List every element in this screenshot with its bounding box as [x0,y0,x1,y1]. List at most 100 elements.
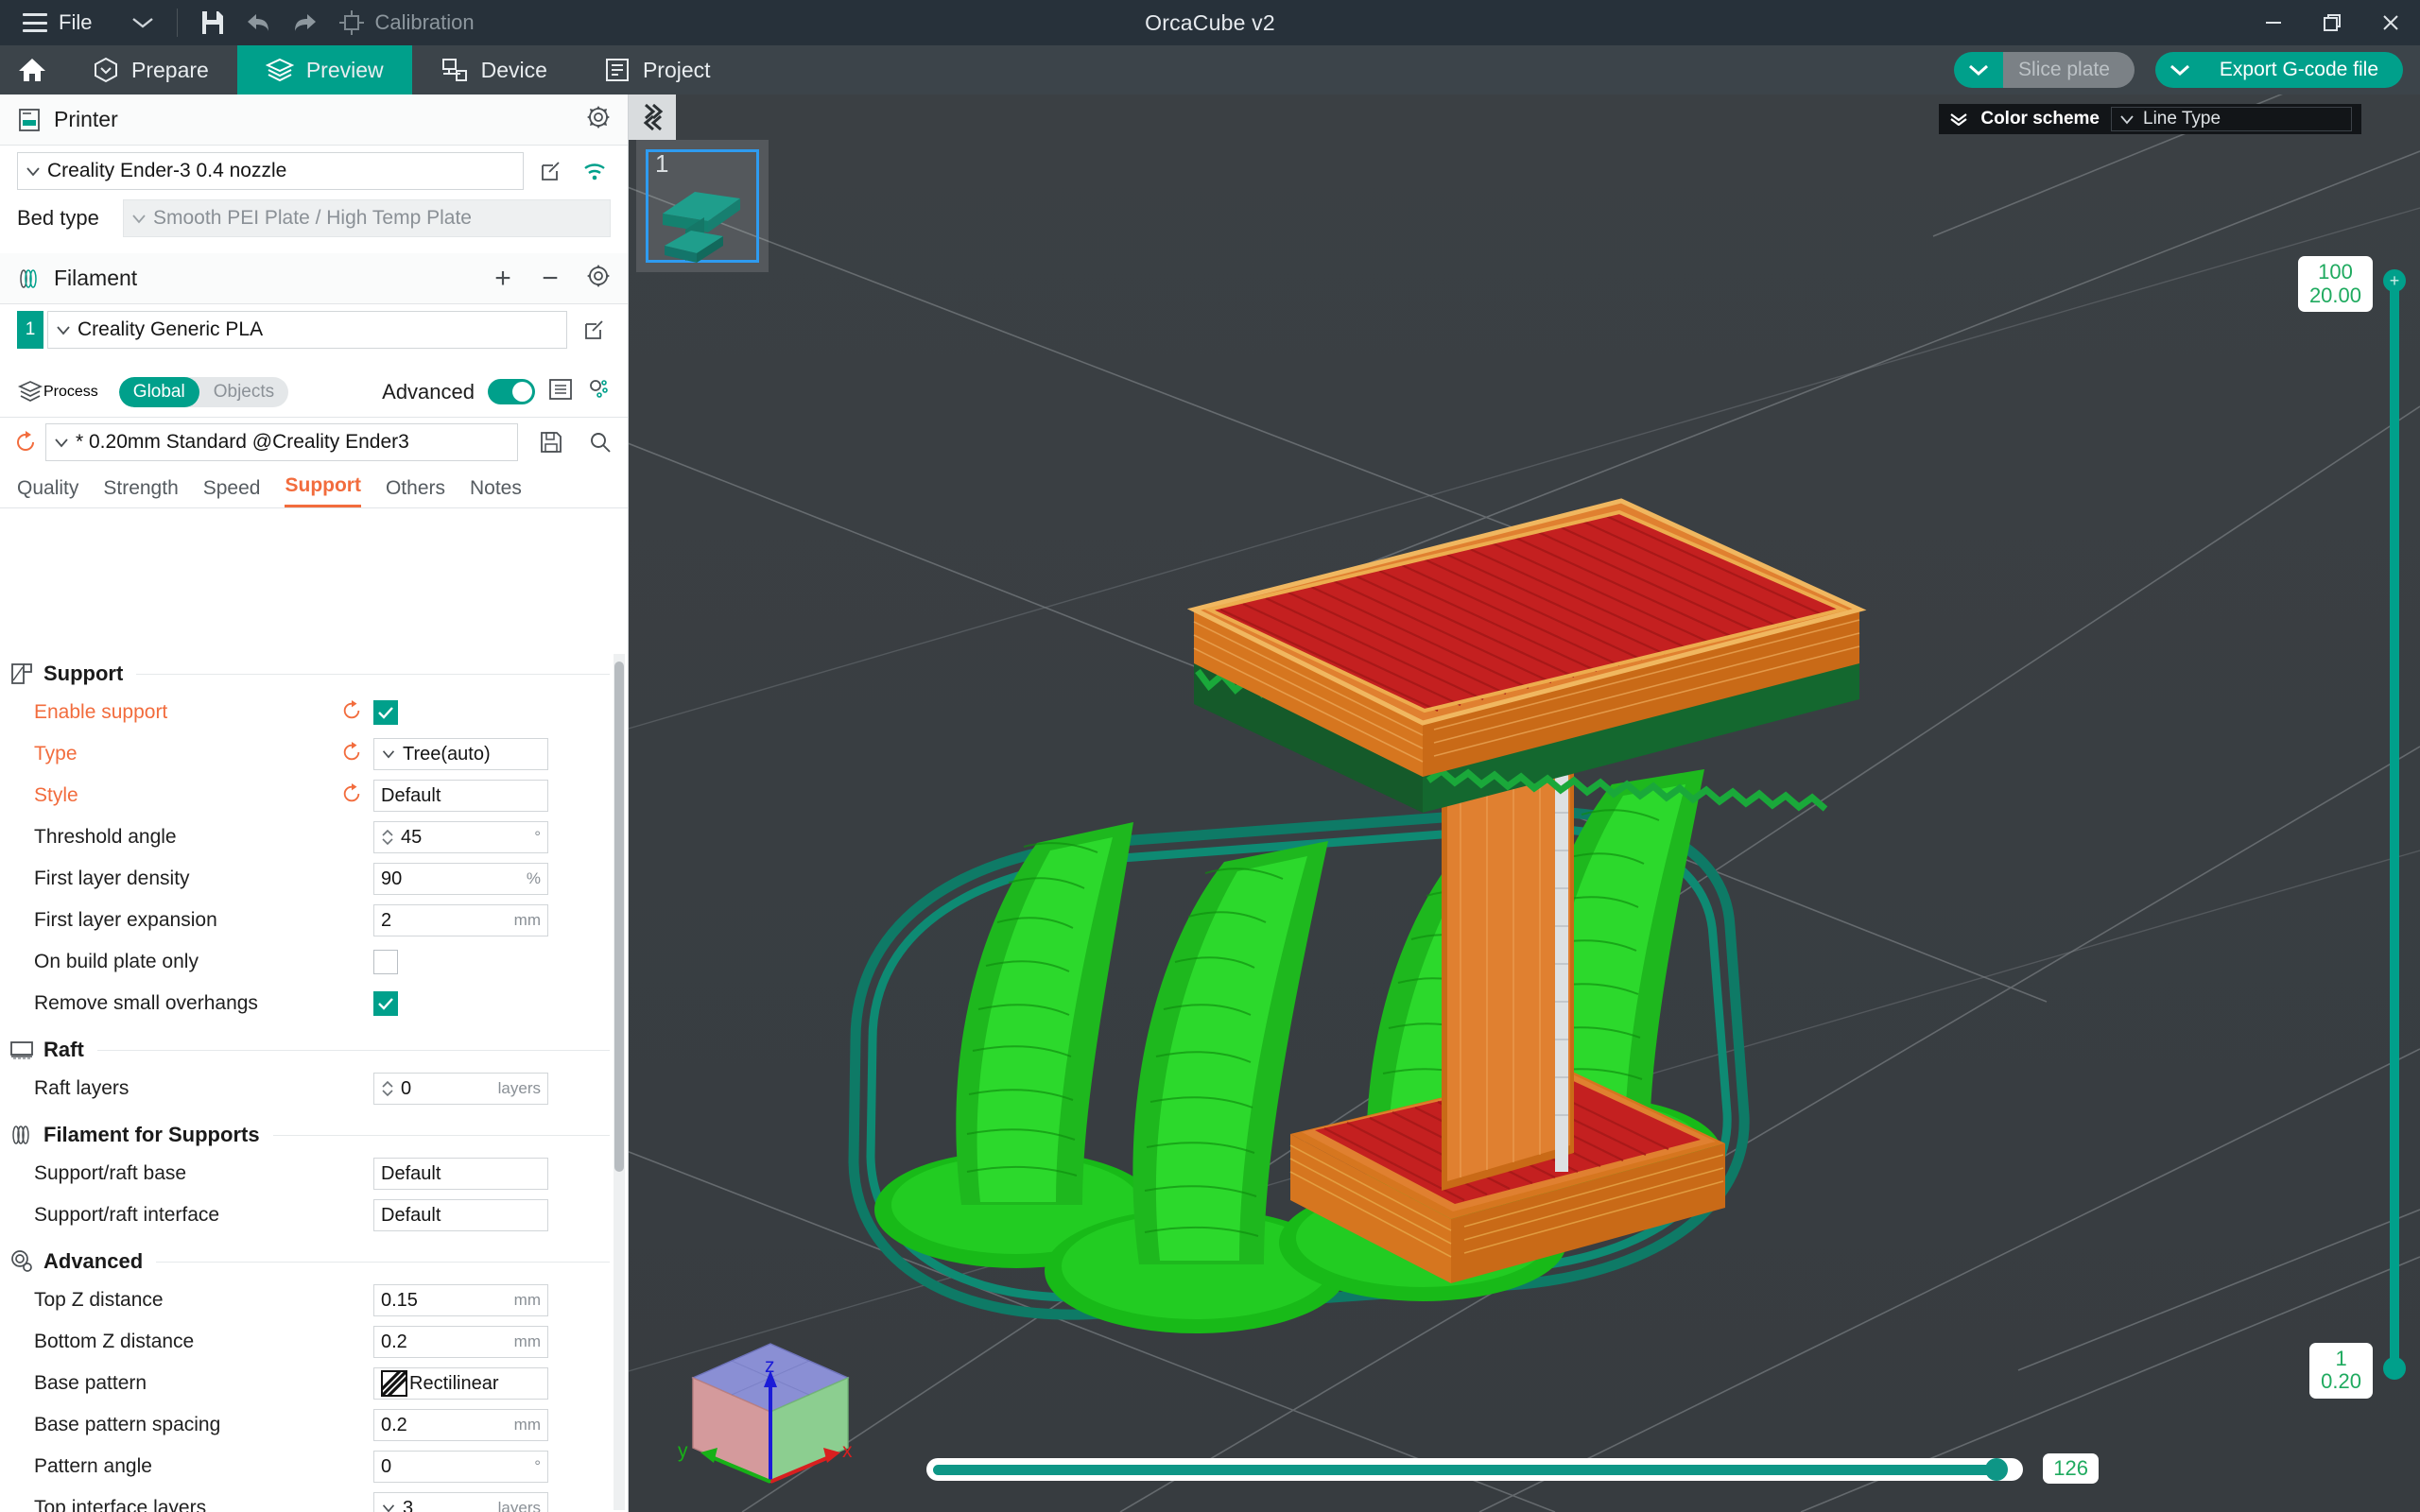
setting-reset-button[interactable] [341,741,366,767]
settings-tab-notes[interactable]: Notes [470,477,522,507]
tab-preview[interactable]: Preview [236,45,412,94]
group-title: Support [43,662,124,685]
setting-row-style: Style Default [0,775,627,816]
tab-prepare[interactable]: Prepare [64,45,237,94]
cube-icon [95,57,117,83]
search-icon [591,433,611,453]
settings-tab-quality[interactable]: Quality [17,477,78,507]
process-scope-toggle[interactable]: Global Objects [118,376,289,407]
setting-text-input[interactable]: 0.2 mm [373,1409,548,1441]
add-filament-button[interactable]: + [492,264,514,293]
setting-reset-button[interactable] [341,782,366,809]
home-button[interactable] [0,45,64,94]
layer-slider-top-handle[interactable]: + [2383,269,2406,292]
save-project-button[interactable] [191,0,234,45]
project-icon [605,59,629,81]
maximize-button[interactable] [2303,0,2361,45]
process-search-button[interactable] [584,426,616,458]
setting-reset-button[interactable] [341,699,366,726]
setting-unit: layers [497,1499,541,1512]
tab-device[interactable]: Device [412,45,576,94]
layer-slider[interactable]: + 100 20.00 1 0.20 [2297,256,2406,1399]
bed-type-select[interactable]: Smooth PEI Plate / High Temp Plate [123,199,611,237]
moves-slider[interactable]: 126 [926,1453,2099,1484]
settings-tab-speed[interactable]: Speed [203,477,261,507]
file-menu-dropdown-button[interactable] [122,0,164,45]
setting-row-top-interface-layers: Top interface layers 3 layers [0,1487,627,1512]
setting-text-input[interactable]: Default [373,1158,548,1190]
undo-arrow-icon [248,14,269,31]
advanced-toggle[interactable] [488,379,535,404]
layer-slider-track[interactable] [2390,279,2399,1370]
setting-text-input[interactable]: 2 mm [373,904,548,936]
setting-dropdown[interactable]: Tree(auto) [373,738,548,770]
setting-value: Rectilinear [409,1372,499,1394]
color-scheme-bar[interactable]: Color scheme Line Type [1939,104,2361,134]
tab-project[interactable]: Project [576,45,739,94]
spinner-arrows-icon[interactable] [381,828,394,847]
setting-text-input[interactable]: 0 ° [373,1451,548,1483]
parameter-search-button[interactable] [586,377,611,406]
save-icon [541,432,562,453]
setting-checkbox[interactable] [373,700,398,725]
setting-row-pattern-angle: Pattern angle 0 ° [0,1446,627,1487]
setting-text-input[interactable]: 90 % [373,863,548,895]
printer-preset-select[interactable]: Creality Ender-3 0.4 nozzle [17,152,524,190]
process-preset-select[interactable]: * 0.20mm Standard @Creality Ender3 [45,423,518,461]
printer-edit-button[interactable] [535,155,567,187]
moves-slider-handle[interactable] [1985,1458,2008,1481]
slice-plate-dropdown[interactable] [1954,52,2004,88]
layer-slider-bottom-handle[interactable] [2383,1357,2406,1380]
setting-label: First layer expansion [34,909,217,931]
setting-text-input[interactable]: 0.15 mm [373,1284,548,1316]
settings-scroll-area[interactable]: Support Enable support Type Tree(auto) S… [0,648,627,1512]
setting-spinner[interactable]: 45 ° [373,821,548,853]
setting-label: Top interface layers [34,1497,207,1512]
setting-text-input[interactable]: Default [373,1199,548,1231]
setting-unit: mm [513,1291,541,1309]
settings-group-header: Support [0,648,627,692]
slice-plate-button[interactable]: Slice plate [1954,52,2135,88]
setting-checkbox[interactable] [373,991,398,1016]
color-scheme-select[interactable]: Line Type [2111,107,2352,131]
scrollbar-thumb[interactable] [614,662,624,1172]
setting-spinner[interactable]: 0 layers [373,1073,548,1105]
redo-button[interactable] [282,0,329,45]
remove-filament-button[interactable]: − [539,264,562,293]
axis-gizmo[interactable]: z x y [666,1332,874,1503]
process-save-button[interactable] [535,426,567,458]
setting-text-input[interactable]: 0.2 mm [373,1326,548,1358]
bottom-layer-number: 1 [2335,1346,2347,1370]
filament-edit-button[interactable] [579,314,611,346]
filament-settings-button[interactable] [586,264,611,293]
printer-wifi-button[interactable] [579,155,611,187]
setting-row-support-raft-interface: Support/raft interface Default [0,1194,627,1236]
compare-presets-button[interactable] [548,377,573,406]
group-divider [136,673,610,675]
setting-text-input[interactable]: Default [373,780,548,812]
setting-checkbox[interactable] [373,950,398,974]
setting-dropdown[interactable]: 3 layers [373,1492,548,1512]
settings-tab-support[interactable]: Support [285,474,361,507]
settings-tab-strength[interactable]: Strength [103,477,178,507]
close-button[interactable] [2361,0,2420,45]
calibration-button[interactable]: Calibration [329,0,483,45]
setting-pattern-select[interactable]: Rectilinear [373,1367,548,1400]
undo-button[interactable] [234,0,282,45]
scope-global-option[interactable]: Global [118,376,199,407]
settings-scrollbar[interactable] [614,654,625,1510]
file-menu-button[interactable]: File [13,0,101,45]
export-gcode-button[interactable]: Export G-code file [2154,52,2403,88]
setting-row-base-pattern-spacing: Base pattern spacing 0.2 mm [0,1404,627,1446]
settings-tab-others[interactable]: Others [386,477,445,507]
3d-preview-viewport[interactable]: 1 Color scheme Line Type + 100 20.00 1 0… [629,94,2420,1512]
plate-thumbnail[interactable]: 1 [636,140,769,272]
scope-objects-option[interactable]: Objects [199,377,288,407]
printer-settings-button[interactable] [586,105,611,134]
export-gcode-dropdown[interactable] [2154,52,2204,88]
spinner-arrows-icon[interactable] [381,1079,394,1098]
collapse-sidebar-button[interactable] [629,94,676,140]
process-reset-button[interactable] [11,426,40,458]
minimize-button[interactable] [2244,0,2303,45]
filament-preset-select[interactable]: Creality Generic PLA [47,311,567,349]
